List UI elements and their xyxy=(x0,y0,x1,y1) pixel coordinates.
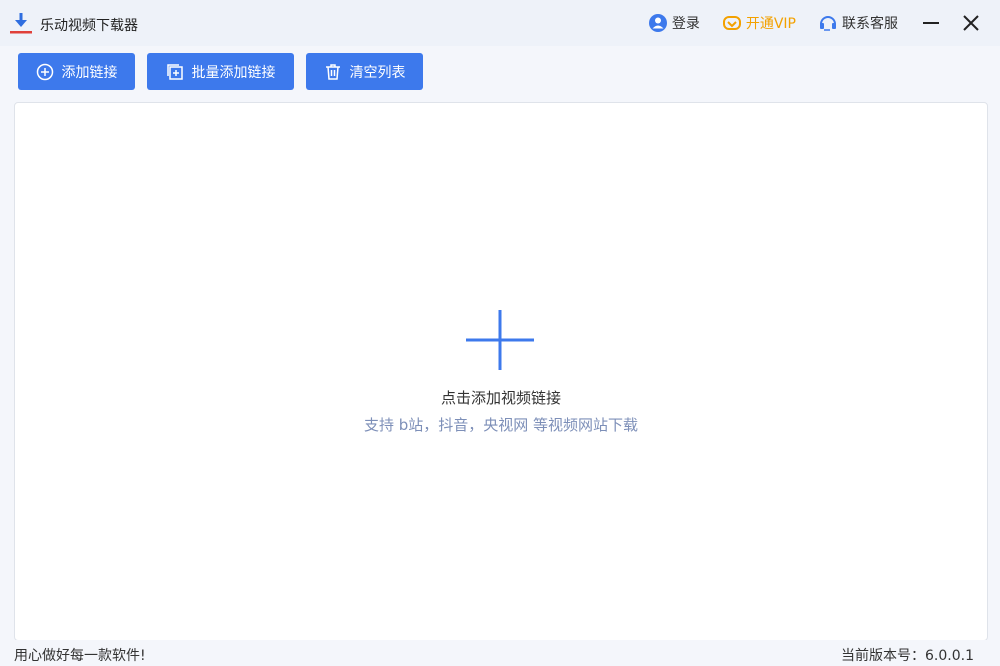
clear-list-label: 清空列表 xyxy=(349,64,406,81)
minimize-button[interactable] xyxy=(920,12,942,34)
title-actions: 登录 开通VIP 联系客服 xyxy=(648,0,1000,46)
toolbar: 添加链接 批量添加链接 清空列表 xyxy=(0,46,1000,98)
minimize-icon xyxy=(923,22,939,24)
dropzone-title: 点击添加视频链接 xyxy=(440,389,561,407)
download-logo-icon xyxy=(10,13,32,34)
clear-list-button[interactable]: 清空列表 xyxy=(306,53,423,90)
user-icon xyxy=(648,14,667,32)
add-link-label: 添加链接 xyxy=(61,64,118,81)
vip-label: 开通VIP xyxy=(745,16,796,32)
login-label: 登录 xyxy=(671,16,700,32)
batch-add-button[interactable]: 批量添加链接 xyxy=(147,53,294,90)
title-bar: 乐动视频下载器 登录 开通VIP 联系客服 xyxy=(0,0,1000,46)
headset-icon xyxy=(820,16,836,31)
add-link-button[interactable]: 添加链接 xyxy=(18,53,135,90)
vip-icon xyxy=(722,16,741,30)
login-link[interactable]: 登录 xyxy=(648,13,700,33)
batch-add-label: 批量添加链接 xyxy=(191,64,276,81)
plus-circle-icon xyxy=(36,63,53,80)
status-bar: 用心做好每一款软件! 当前版本号：6.0.0.1 xyxy=(0,640,1000,666)
close-button[interactable] xyxy=(960,12,982,34)
batch-add-icon xyxy=(166,63,183,80)
slogan-text: 用心做好每一款软件! xyxy=(14,648,146,664)
contact-link[interactable]: 联系客服 xyxy=(818,13,898,33)
app-title: 乐动视频下载器 xyxy=(40,18,138,34)
add-link-dropzone[interactable]: 点击添加视频链接 支持 b站，抖音，央视网 等视频网站下载 xyxy=(14,102,988,641)
contact-label: 联系客服 xyxy=(842,16,898,32)
version-text: 当前版本号：6.0.0.1 xyxy=(841,648,974,664)
vip-link[interactable]: 开通VIP xyxy=(722,13,796,33)
plus-icon xyxy=(466,310,534,370)
dropzone-subtitle: 支持 b站，抖音，央视网 等视频网站下载 xyxy=(363,416,639,434)
trash-icon xyxy=(325,63,340,80)
close-icon xyxy=(963,15,979,31)
